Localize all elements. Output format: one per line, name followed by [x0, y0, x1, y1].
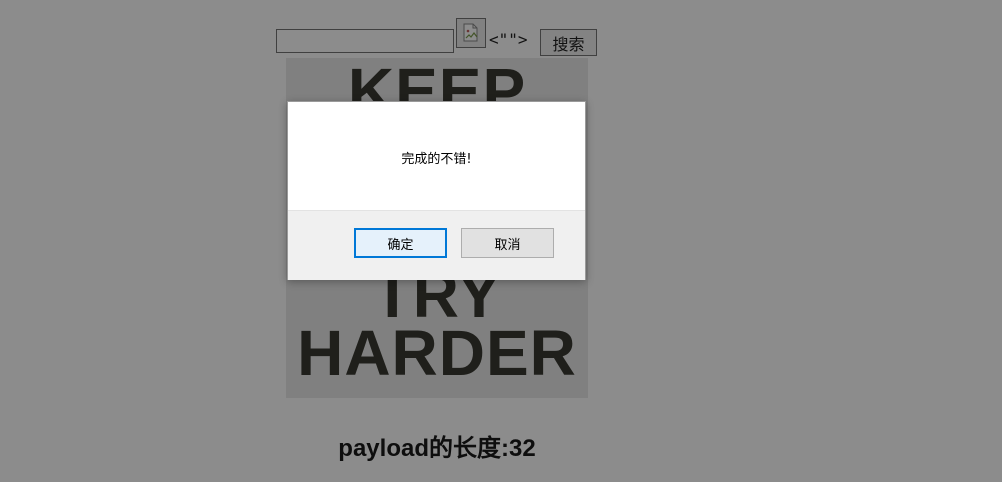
- cancel-button[interactable]: 取消: [461, 228, 554, 258]
- alert-dialog: 完成的不错! 确定 取消: [287, 101, 586, 280]
- ok-button[interactable]: 确定: [354, 228, 447, 258]
- dialog-footer: 确定 取消: [288, 210, 585, 280]
- dialog-message: 完成的不错!: [401, 152, 472, 167]
